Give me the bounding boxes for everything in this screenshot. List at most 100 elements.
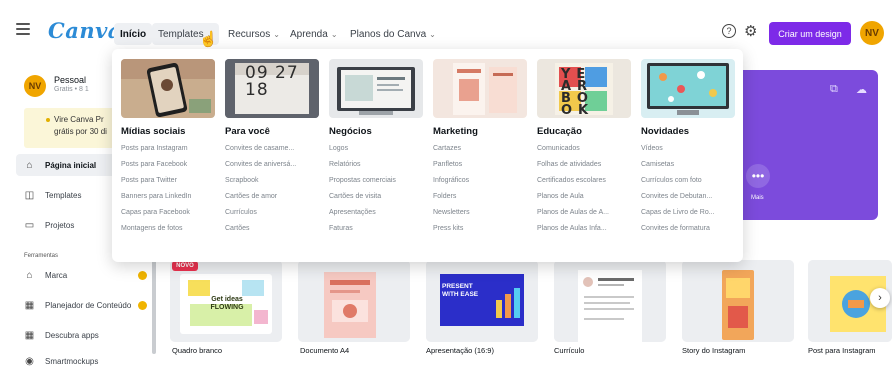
template-link[interactable]: Cartões de visita [329,189,425,205]
card-label: Documento A4 [300,346,350,355]
template-link[interactable]: Convites de formatura [641,221,737,237]
menu-icon[interactable] [16,23,30,35]
nav-label: Recursos [228,28,271,40]
nav-aprenda[interactable]: Aprenda ⌄ [284,23,344,45]
design-card-a4[interactable] [298,260,410,342]
sidebar-item-smartmockups[interactable]: ◉ Smartmockups [16,350,150,372]
template-link[interactable]: Relatórios [329,157,425,173]
yearbook-thumbnail-text: YE AR BO OK [561,67,595,118]
column-title[interactable]: Para você [225,126,321,137]
template-link[interactable]: Faturas [329,221,425,237]
template-link[interactable]: Infográficos [433,173,529,189]
template-link[interactable]: Certificados escolares [537,173,633,189]
template-link[interactable]: Cartões [225,221,321,237]
calendar-icon: ▦ [24,299,35,311]
whiteboard-caption: Get ideas FLOWING [210,296,244,311]
template-link[interactable]: Logos [329,141,425,157]
column-title[interactable]: Novidades [641,126,737,137]
templates-icon: ◫ [24,189,35,201]
template-link[interactable]: Folders [433,189,529,205]
more-icon[interactable]: ••• [746,164,770,188]
card-label: Currículo [554,346,585,355]
home-icon: ⌂ [26,159,33,171]
template-link[interactable]: Scrapbook [225,173,321,189]
template-link[interactable]: Currículos [225,205,321,221]
avatar: NV [24,75,46,97]
folder-icon: ▭ [24,219,35,231]
template-link[interactable]: Capas de Livro de Ro... [641,205,737,221]
story-thumbnail [682,260,794,342]
dropdown-column-education: YE AR BO OK Educação Comunicados Folhas … [537,59,633,237]
template-link[interactable]: Vídeos [641,141,737,157]
column-title[interactable]: Educação [537,126,633,137]
template-link[interactable]: Panfletos [433,157,529,173]
sidebar-item-label: Templates [45,190,82,200]
dropdown-column-business: Negócios Logos Relatórios Propostas come… [329,59,425,237]
column-title[interactable]: Marketing [433,126,529,137]
template-link[interactable]: Planos de Aulas de A... [537,205,633,221]
presentation-caption: PRESENT WITH EASE [442,283,479,298]
column-title[interactable]: Mídias sociais [121,126,217,137]
account-name: Pessoal [54,75,87,85]
nav-inicio[interactable]: Início [114,23,153,45]
templates-dropdown: Mídias sociais Posts para Instagram Post… [112,49,743,262]
for-you-thumbnail[interactable]: 09 27 18 [225,59,319,118]
template-link[interactable]: Montagens de fotos [121,221,217,237]
gear-icon[interactable]: ⚙ [744,22,757,40]
social-media-thumbnail[interactable] [121,59,215,118]
design-card-presentation[interactable] [426,260,538,342]
sidebar-item-brand[interactable]: ⌂ Marca [16,264,150,286]
design-card-resume[interactable] [554,260,666,342]
template-link[interactable]: Planos de Aula [537,189,633,205]
sidebar-item-label: Planejador de Conteúdo [45,300,132,310]
dropdown-column-for-you: 09 27 18 Para você Convites de casame...… [225,59,321,237]
more-label: Mais [751,195,764,201]
template-link[interactable]: Camisetas [641,157,737,173]
dropdown-column-new: Novidades Vídeos Camisetas Currículos co… [641,59,737,237]
template-link[interactable]: Cartões de amor [225,189,321,205]
template-link[interactable]: Currículos com foto [641,173,737,189]
template-link[interactable]: Planos de Aulas Infa... [537,221,633,237]
nav-recursos[interactable]: Recursos ⌄ [222,23,286,45]
card-label: Story do Instagram [682,346,746,355]
template-link[interactable]: Folhas de atividades [537,157,633,173]
template-link[interactable]: Cartazes [433,141,529,157]
canva-logo[interactable]: Canva [48,18,122,43]
marketing-thumbnail[interactable] [433,59,527,118]
template-link[interactable]: Apresentações [329,205,425,221]
chevron-down-icon: ⌄ [429,29,436,39]
template-link[interactable]: Convites de casame... [225,141,321,157]
template-link[interactable]: Posts para Twitter [121,173,217,189]
sidebar-item-content-planner[interactable]: ▦ Planejador de Conteúdo [16,294,150,316]
resume-thumbnail [554,260,666,342]
business-thumbnail[interactable] [329,59,423,118]
help-icon[interactable]: ? [722,24,736,38]
design-card-story[interactable] [682,260,794,342]
new-thumbnail[interactable] [641,59,735,118]
chevron-right-icon[interactable]: › [870,288,890,308]
template-link[interactable]: Capas para Facebook [121,205,217,221]
sidebar-item-apps[interactable]: ▦ Descubra apps [16,324,150,346]
template-link[interactable]: Press kits [433,221,529,237]
tools-section-label: Ferramentas [24,253,59,259]
column-title[interactable]: Negócios [329,126,425,137]
template-link[interactable]: Posts para Instagram [121,141,217,157]
template-link[interactable]: Convites de Debutan... [641,189,737,205]
create-design-button[interactable]: Criar um design [769,22,851,45]
template-link[interactable]: Propostas comerciais [329,173,425,189]
template-link[interactable]: Posts para Facebook [121,157,217,173]
chevron-down-icon: ⌄ [273,29,280,39]
resize-icon[interactable]: ⧉ [830,83,838,96]
card-label: Post para Instagram [808,346,876,355]
template-link[interactable]: Banners para LinkedIn [121,189,217,205]
education-thumbnail[interactable]: YE AR BO OK [537,59,631,118]
cursor-icon: ☝ [199,31,218,48]
nav-label: Templates [158,28,204,40]
template-link[interactable]: Newsletters [433,205,529,221]
account-switcher[interactable]: NV Pessoal Gratis • 8 1 [24,75,89,97]
avatar[interactable]: NV [860,21,884,45]
upload-icon[interactable]: ☁ [856,83,867,96]
nav-planos[interactable]: Planos do Canva ⌄ [344,23,442,45]
template-link[interactable]: Comunicados [537,141,633,157]
template-link[interactable]: Convites de aniversá... [225,157,321,173]
